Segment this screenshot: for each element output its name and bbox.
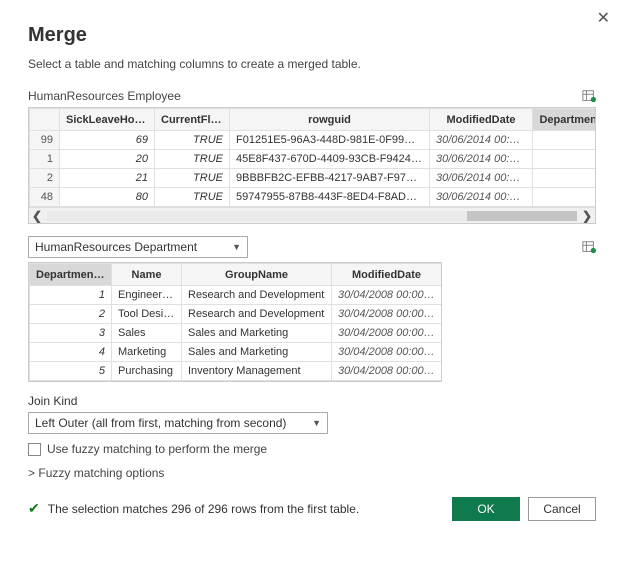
cell-modifieddate: 30/04/2008 00:00:00 [332, 324, 442, 343]
chevron-right-icon: > [28, 466, 35, 480]
col2-modifieddate[interactable]: ModifiedDate [332, 264, 442, 286]
col-modifieddate[interactable]: ModifiedDate [430, 109, 533, 131]
table1-grid[interactable]: SickLeaveHours CurrentFlag rowguid Modif… [29, 108, 596, 207]
table-row[interactable]: 2Tool DesignResearch and Development30/0… [30, 305, 442, 324]
fuzzy-options-label: Fuzzy matching options [38, 466, 164, 480]
table2-grid[interactable]: DepartmentID Name GroupName ModifiedDate… [29, 263, 442, 381]
col-sickleave[interactable]: SickLeaveHours [60, 109, 155, 131]
cell-modifieddate: 30/06/2014 00:00:00 [430, 131, 533, 150]
cell-departmentid: 3 [30, 324, 112, 343]
cell-rowguid: F01251E5-96A3-448D-981E-0F99D789110D [230, 131, 430, 150]
chevron-down-icon: ▼ [232, 242, 241, 252]
cell-modifieddate: 30/04/2008 00:00:00 [332, 286, 442, 305]
scroll-left-icon[interactable]: ❮ [29, 209, 45, 223]
table-row[interactable]: 9969TRUEF01251E5-96A3-448D-981E-0F99D789… [30, 131, 597, 150]
table-row[interactable]: 3SalesSales and Marketing30/04/2008 00:0… [30, 324, 442, 343]
cell-sickleave: 20 [60, 150, 155, 169]
table-row[interactable]: 1EngineeringResearch and Development30/0… [30, 286, 442, 305]
cell-currentflag: TRUE [155, 169, 230, 188]
col-currentflag[interactable]: CurrentFlag [155, 109, 230, 131]
fuzzy-options-expander[interactable]: > Fuzzy matching options [28, 466, 596, 480]
cell-rowguid: 9BBBFB2C-EFBB-4217-9AB7-F97689328841 [230, 169, 430, 188]
table2-select[interactable]: HumanResources Department ▼ [28, 236, 248, 258]
table1-name: HumanResources Employee [28, 89, 181, 103]
cell-currentflag: TRUE [155, 188, 230, 207]
cell-modifieddate: 30/04/2008 00:00:00 [332, 305, 442, 324]
table-row[interactable]: 4MarketingSales and Marketing30/04/2008 … [30, 343, 442, 362]
cell-modifieddate: 30/06/2014 00:00:00 [430, 188, 533, 207]
table-row[interactable]: 4880TRUE59747955-87B8-443F-8ED4-F8AD3AFD… [30, 188, 597, 207]
cell-departmentid: 1 [533, 169, 597, 188]
dialog-subtitle: Select a table and matching columns to c… [28, 57, 596, 71]
cell-name: Sales [112, 324, 182, 343]
table-row[interactable]: 221TRUE9BBBFB2C-EFBB-4217-9AB7-F97689328… [30, 169, 597, 188]
dialog-title: Merge [28, 24, 596, 47]
cell-departmentid: 1 [533, 188, 597, 207]
row-index: 99 [30, 131, 60, 150]
row-header-blank [30, 109, 60, 131]
table-row[interactable]: 120TRUE45E8F437-670D-4409-93CB-F9424A40D… [30, 150, 597, 169]
table-config-icon[interactable] [582, 240, 596, 254]
row-index: 2 [30, 169, 60, 188]
cell-currentflag: TRUE [155, 131, 230, 150]
cell-rowguid: 45E8F437-670D-4409-93CB-F9424A40D6EE [230, 150, 430, 169]
table-config-icon[interactable] [582, 89, 596, 103]
join-kind-value: Left Outer (all from first, matching fro… [35, 416, 286, 430]
col2-groupname[interactable]: GroupName [182, 264, 332, 286]
cell-name: Marketing [112, 343, 182, 362]
col-rowguid[interactable]: rowguid [230, 109, 430, 131]
cancel-button[interactable]: Cancel [528, 497, 596, 521]
cell-departmentid: 4 [30, 343, 112, 362]
fuzzy-matching-checkbox[interactable] [28, 443, 41, 456]
check-icon: ✔ [28, 500, 40, 517]
table-row[interactable]: 5PurchasingInventory Management30/04/200… [30, 362, 442, 381]
cell-departmentid: 1 [30, 286, 112, 305]
cell-departmentid: 16 [533, 131, 597, 150]
close-icon[interactable]: ✕ [597, 8, 610, 28]
cell-rowguid: 59747955-87B8-443F-8ED4-F8AD3AFDF3A9 [230, 188, 430, 207]
cell-name: Purchasing [112, 362, 182, 381]
col-departmentid[interactable]: DepartmentID [533, 109, 597, 131]
cell-sickleave: 21 [60, 169, 155, 188]
col2-name[interactable]: Name [112, 264, 182, 286]
ok-button[interactable]: OK [452, 497, 520, 521]
cell-groupname: Research and Development [182, 286, 332, 305]
cell-groupname: Sales and Marketing [182, 343, 332, 362]
scroll-track[interactable] [47, 211, 577, 221]
cell-departmentid: 1 [533, 150, 597, 169]
cell-modifieddate: 30/04/2008 00:00:00 [332, 343, 442, 362]
cell-groupname: Sales and Marketing [182, 324, 332, 343]
chevron-down-icon: ▼ [312, 418, 321, 428]
table1-header-row: SickLeaveHours CurrentFlag rowguid Modif… [30, 109, 597, 131]
cell-groupname: Research and Development [182, 305, 332, 324]
cell-modifieddate: 30/06/2014 00:00:00 [430, 169, 533, 188]
cell-modifieddate: 30/04/2008 00:00:00 [332, 362, 442, 381]
cell-modifieddate: 30/06/2014 00:00:00 [430, 150, 533, 169]
join-kind-select[interactable]: Left Outer (all from first, matching fro… [28, 412, 328, 434]
cell-departmentid: 2 [30, 305, 112, 324]
cell-name: Engineering [112, 286, 182, 305]
cell-name: Tool Design [112, 305, 182, 324]
cell-currentflag: TRUE [155, 150, 230, 169]
status-text: The selection matches 296 of 296 rows fr… [48, 502, 359, 516]
scroll-right-icon[interactable]: ❯ [579, 209, 595, 223]
join-kind-label: Join Kind [28, 394, 596, 408]
cell-sickleave: 80 [60, 188, 155, 207]
table2-selected-value: HumanResources Department [35, 240, 197, 254]
fuzzy-matching-label: Use fuzzy matching to perform the merge [47, 442, 267, 456]
row-index: 48 [30, 188, 60, 207]
horizontal-scrollbar[interactable]: ❮ ❯ [29, 207, 595, 223]
scroll-thumb[interactable] [467, 211, 577, 221]
cell-departmentid: 5 [30, 362, 112, 381]
table2-header-row: DepartmentID Name GroupName ModifiedDate [30, 264, 442, 286]
row-index: 1 [30, 150, 60, 169]
cell-groupname: Inventory Management [182, 362, 332, 381]
col2-departmentid[interactable]: DepartmentID [30, 264, 112, 286]
cell-sickleave: 69 [60, 131, 155, 150]
